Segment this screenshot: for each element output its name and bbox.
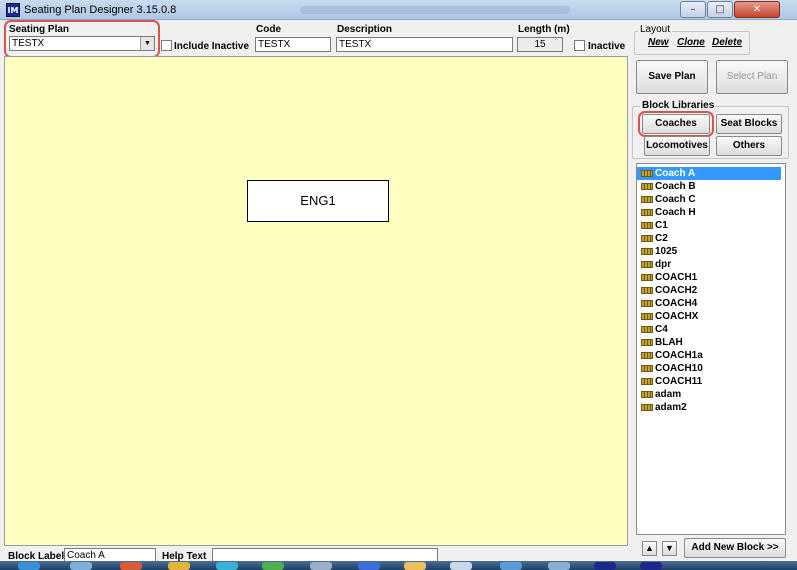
list-item[interactable]: COACH10 xyxy=(637,362,785,375)
description-input[interactable]: TESTX xyxy=(336,37,513,52)
new-layout-link[interactable]: New xyxy=(648,37,669,48)
block-label-input[interactable]: Coach A xyxy=(64,548,156,562)
taskbar-app-icon[interactable] xyxy=(262,562,284,570)
seating-plan-canvas[interactable]: ENG1 xyxy=(4,56,628,546)
coach-icon xyxy=(641,182,653,190)
save-plan-button[interactable]: Save Plan xyxy=(636,60,708,94)
length-label: Length (m) xyxy=(518,24,570,35)
inactive-checkbox[interactable] xyxy=(574,40,585,51)
taskbar-app-icon[interactable] xyxy=(216,562,238,570)
canvas-block-eng1[interactable]: ENG1 xyxy=(247,180,389,222)
block-libraries-legend: Block Libraries xyxy=(640,100,717,111)
background-window-title xyxy=(300,6,570,14)
list-item[interactable]: adam2 xyxy=(637,401,785,414)
taskbar-app-icon[interactable] xyxy=(640,562,662,570)
move-down-button[interactable]: ▼ xyxy=(662,541,677,556)
list-item[interactable]: COACH11 xyxy=(637,375,785,388)
select-plan-button[interactable]: Select Plan xyxy=(716,60,788,94)
coach-icon xyxy=(641,195,653,203)
coach-icon xyxy=(641,234,653,242)
taskbar-app-icon[interactable] xyxy=(548,562,570,570)
clone-layout-link[interactable]: Clone xyxy=(677,37,705,48)
chevron-down-icon[interactable]: ▼ xyxy=(140,37,154,50)
locomotives-button[interactable]: Locomotives xyxy=(644,136,710,156)
list-item[interactable]: adam xyxy=(637,388,785,401)
close-button[interactable]: ✕ xyxy=(734,1,780,18)
coach-icon xyxy=(641,260,653,268)
list-item[interactable]: Coach A xyxy=(637,167,781,180)
length-input[interactable]: 15 xyxy=(517,37,563,52)
list-item[interactable]: C1 xyxy=(637,219,785,232)
help-text-input[interactable] xyxy=(212,548,438,562)
taskbar-app-icon[interactable] xyxy=(450,562,472,570)
coach-icon xyxy=(641,273,653,281)
coach-icon xyxy=(641,286,653,294)
list-item[interactable]: BLAH xyxy=(637,336,785,349)
code-input[interactable]: TESTX xyxy=(255,37,331,52)
block-library-list[interactable]: Coach A Coach B Coach C Coach H C1 C2 10… xyxy=(636,163,786,535)
maximize-button[interactable]: □ xyxy=(707,1,733,18)
taskbar-app-icon[interactable] xyxy=(310,562,332,570)
list-item[interactable]: Coach H xyxy=(637,206,785,219)
list-item[interactable]: COACH1a xyxy=(637,349,785,362)
title-bar: IM Seating Plan Designer 3.15.0.8 – □ ✕ xyxy=(0,0,797,20)
coach-icon xyxy=(641,338,653,346)
taskbar-app-icon[interactable] xyxy=(594,562,616,570)
code-label: Code xyxy=(256,24,281,35)
taskbar-app-icon[interactable] xyxy=(358,562,380,570)
list-item[interactable]: Coach C xyxy=(637,193,785,206)
list-item[interactable]: 1025 xyxy=(637,245,785,258)
list-item[interactable]: Coach B xyxy=(637,180,785,193)
list-item[interactable]: COACH1 xyxy=(637,271,785,284)
seating-plan-dropdown[interactable]: TESTX ▼ xyxy=(9,36,155,51)
coach-icon xyxy=(641,208,653,216)
list-item[interactable]: COACH2 xyxy=(637,284,785,297)
others-button[interactable]: Others xyxy=(716,136,782,156)
window-title: Seating Plan Designer 3.15.0.8 xyxy=(24,4,177,16)
coach-icon xyxy=(641,403,653,411)
coach-icon xyxy=(641,325,653,333)
seating-plan-label: Seating Plan xyxy=(9,24,70,35)
seat-blocks-button[interactable]: Seat Blocks xyxy=(716,114,782,134)
taskbar-app-icon[interactable] xyxy=(70,562,92,570)
description-label: Description xyxy=(337,24,393,35)
start-button-icon[interactable] xyxy=(18,562,40,570)
list-item[interactable]: C2 xyxy=(637,232,785,245)
list-item[interactable]: COACH4 xyxy=(637,297,785,310)
taskbar-app-icon[interactable] xyxy=(404,562,426,570)
app-icon: IM xyxy=(6,3,20,17)
list-item[interactable]: COACHX xyxy=(637,310,785,323)
taskbar-app-icon[interactable] xyxy=(120,562,142,570)
coach-icon xyxy=(641,169,653,177)
coach-icon xyxy=(641,299,653,307)
taskbar-app-icon[interactable] xyxy=(500,562,522,570)
list-item[interactable]: C4 xyxy=(637,323,785,336)
coaches-button[interactable]: Coaches xyxy=(642,114,710,134)
coach-icon xyxy=(641,351,653,359)
taskbar-app-icon[interactable] xyxy=(168,562,190,570)
include-inactive-checkbox[interactable] xyxy=(161,40,172,51)
coach-icon xyxy=(641,221,653,229)
list-item[interactable]: dpr xyxy=(637,258,785,271)
layout-legend: Layout xyxy=(638,24,673,35)
add-new-block-button[interactable]: Add New Block >> xyxy=(684,538,786,558)
coach-icon xyxy=(641,390,653,398)
coach-icon xyxy=(641,364,653,372)
move-up-button[interactable]: ▲ xyxy=(642,541,657,556)
coach-icon xyxy=(641,377,653,385)
seating-plan-value: TESTX xyxy=(12,38,45,49)
coach-icon xyxy=(641,247,653,255)
delete-layout-link[interactable]: Delete xyxy=(712,37,742,48)
minimize-button[interactable]: – xyxy=(680,1,706,18)
include-inactive-label: Include Inactive xyxy=(174,41,250,52)
coach-icon xyxy=(641,312,653,320)
inactive-label: Inactive xyxy=(588,41,626,52)
